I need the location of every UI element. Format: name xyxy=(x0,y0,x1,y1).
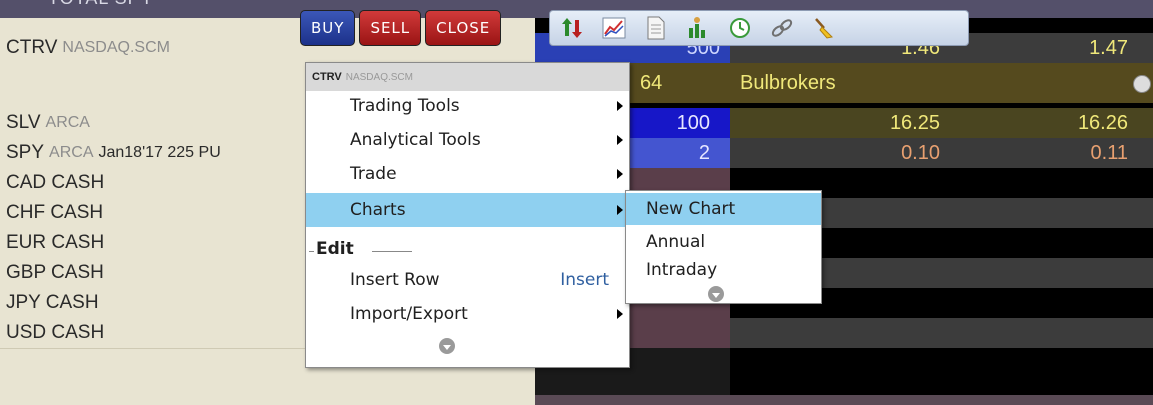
menu-item-label: Analytical Tools xyxy=(350,130,481,150)
menu-item-shortcut: Insert xyxy=(560,270,609,290)
row1-broker: Bulbrokers xyxy=(740,72,836,94)
submenu-arrow-icon xyxy=(617,135,623,145)
bottom-strip xyxy=(535,395,1153,405)
menu-item-trade[interactable]: Trade xyxy=(306,159,629,189)
row3-bid: 0.10 xyxy=(901,142,940,164)
menu-item-import-export[interactable]: Import/Export xyxy=(306,299,629,329)
row-symbol: CHF CASH xyxy=(6,202,104,223)
menu-item-analytical-tools[interactable]: Analytical Tools xyxy=(306,125,629,155)
context-menu: CTRV NASDAQ.SCM Trading Tools Analytical… xyxy=(305,62,630,368)
more-items-chevron-icon[interactable] xyxy=(439,338,455,354)
menu-item-charts[interactable]: Charts xyxy=(306,193,629,227)
row-symbol: SPY xyxy=(6,142,45,163)
row-symbol: CAD CASH xyxy=(6,172,105,193)
menu-item-label: Trading Tools xyxy=(350,96,460,116)
more-items-chevron-icon[interactable] xyxy=(708,286,724,302)
row-symbol: CTRV xyxy=(6,37,58,58)
menu-header-symbol: CTRV xyxy=(312,71,342,83)
chain-link-icon[interactable] xyxy=(770,16,794,40)
submenu-arrow-icon xyxy=(617,205,623,215)
sell-button[interactable]: SELL xyxy=(359,10,422,46)
document-icon[interactable] xyxy=(644,16,668,40)
row3-ask: 0.11 xyxy=(1090,142,1128,164)
section-divider xyxy=(372,251,412,252)
menu-item-insert-row[interactable]: Insert Row Insert xyxy=(306,265,629,295)
context-menu-header: CTRV NASDAQ.SCM xyxy=(306,63,629,91)
up-down-arrows-icon[interactable] xyxy=(560,16,584,40)
submenu-item-label: New Chart xyxy=(646,199,736,219)
submenu-arrow-icon xyxy=(617,101,623,111)
row-exchange: ARCA xyxy=(45,114,90,131)
row-symbol: EUR CASH xyxy=(6,232,105,253)
menu-item-label: Import/Export xyxy=(350,304,468,324)
menu-item-label: Trade xyxy=(350,164,397,184)
stripe xyxy=(730,318,1153,348)
charts-submenu: New Chart Annual Intraday xyxy=(625,190,822,304)
row-symbol: SLV xyxy=(6,112,41,133)
menu-item-trading-tools[interactable]: Trading Tools xyxy=(306,91,629,121)
row-exchange: NASDAQ.SCM xyxy=(62,39,170,56)
submenu-item-label: Annual xyxy=(646,232,706,252)
clock-dollar-icon[interactable] xyxy=(728,16,752,40)
row2-bid: 16.25 xyxy=(889,112,940,134)
submenu-arrow-icon xyxy=(617,309,623,319)
menu-item-label: Insert Row xyxy=(350,270,440,290)
menu-item-label: Charts xyxy=(350,200,406,220)
submenu-item-annual[interactable]: Annual xyxy=(626,227,821,257)
total-row-label: TOTAL SPY xyxy=(48,0,154,9)
section-divider xyxy=(309,251,314,252)
row2-ask: 16.26 xyxy=(1077,112,1128,134)
broker-info-icon[interactable] xyxy=(1133,75,1151,93)
broom-icon[interactable] xyxy=(812,16,836,40)
row-contract: Jan18'17 225 PU xyxy=(98,144,221,161)
submenu-arrow-icon xyxy=(617,169,623,179)
row-symbol: USD CASH xyxy=(6,322,105,343)
tool-icon-strip xyxy=(549,10,969,46)
row-symbol: JPY CASH xyxy=(6,292,99,313)
submenu-item-new-chart[interactable]: New Chart xyxy=(626,193,821,225)
close-button[interactable]: CLOSE xyxy=(425,10,502,46)
row1-num: 64 xyxy=(640,72,663,94)
row-symbol: GBP CASH xyxy=(6,262,104,283)
edit-section-label: Edit xyxy=(316,239,354,259)
bar-chart-person-icon[interactable] xyxy=(686,16,710,40)
row0-ask: 1.47 xyxy=(1089,37,1128,59)
buy-button[interactable]: BUY xyxy=(300,10,356,46)
submenu-item-intraday[interactable]: Intraday xyxy=(626,255,821,285)
submenu-item-label: Intraday xyxy=(646,260,718,280)
menu-header-exchange: NASDAQ.SCM xyxy=(345,71,413,83)
chart-line-icon[interactable] xyxy=(602,16,626,40)
row-exchange: ARCA xyxy=(49,144,94,161)
order-toolbar: BUY SELL CLOSE xyxy=(300,10,502,46)
